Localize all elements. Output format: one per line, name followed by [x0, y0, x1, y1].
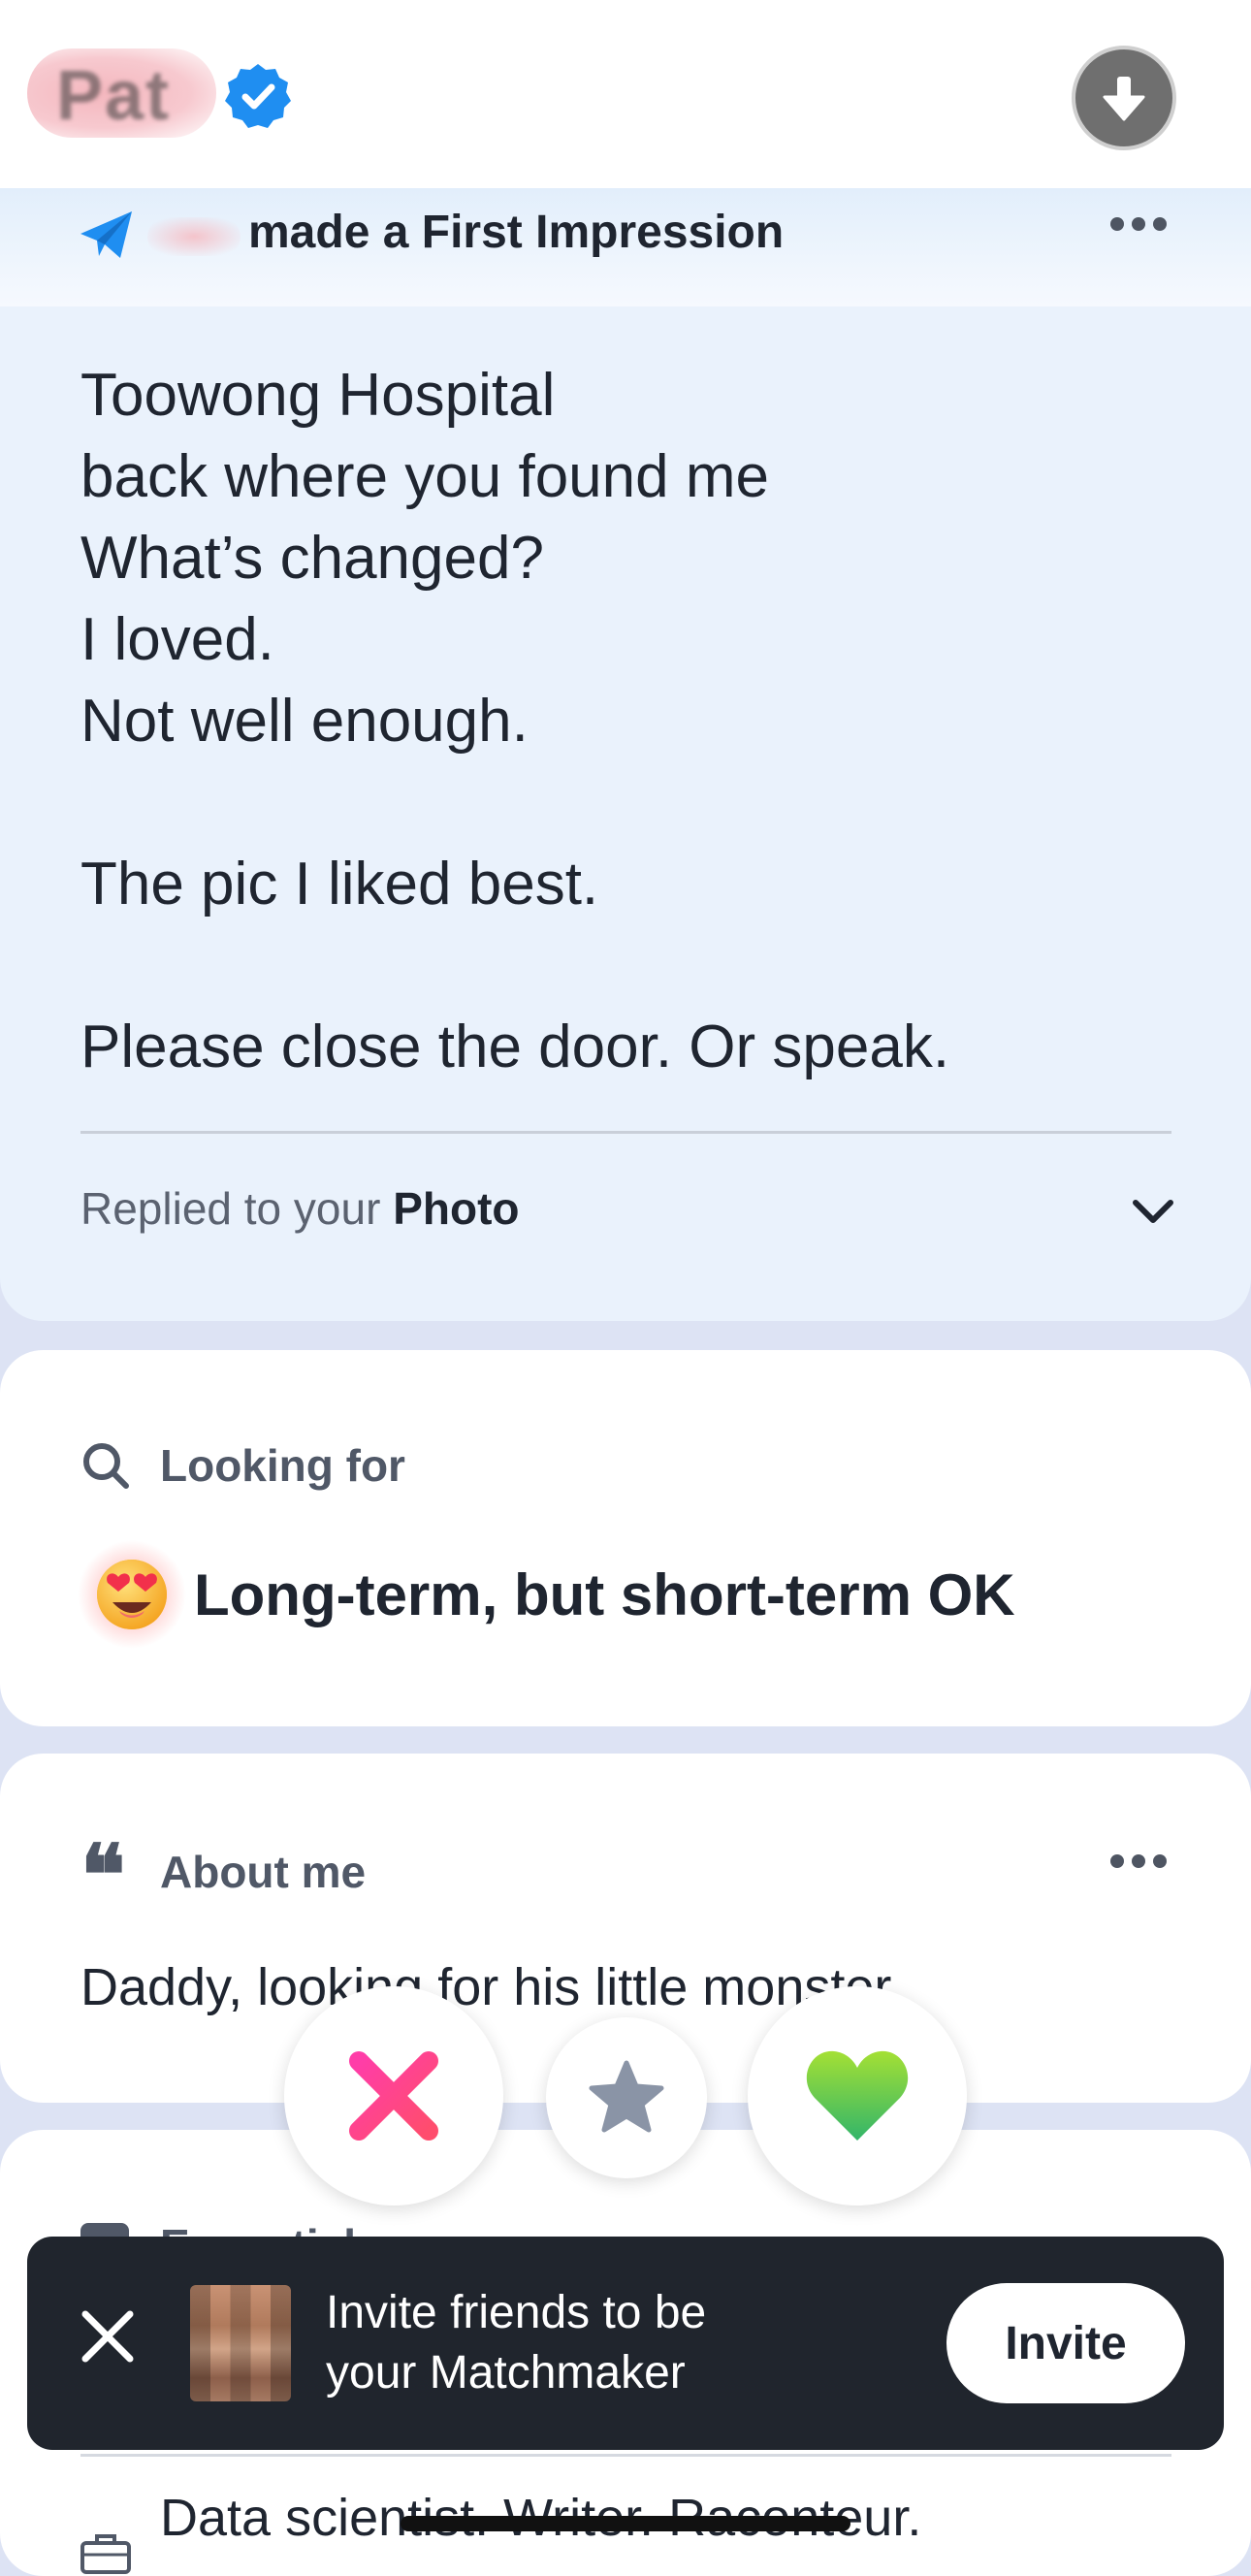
like-button[interactable] [748, 1986, 967, 2206]
invite-button[interactable]: Invite [946, 2283, 1185, 2403]
first-impression-card: made a First Impression Toowong Hospital… [0, 188, 1251, 1321]
heart-eyes-emoji-icon [97, 1560, 167, 1629]
avatar [190, 2285, 291, 2401]
chevron-down-icon[interactable] [1128, 1195, 1178, 1228]
first-impression-banner: made a First Impression [0, 188, 1251, 306]
divider [80, 1131, 1171, 1134]
home-indicator[interactable] [401, 2516, 850, 2531]
looking-for-card [0, 1350, 1251, 1726]
divider [80, 2454, 1171, 2457]
nope-button[interactable] [284, 1986, 503, 2206]
super-like-button[interactable] [546, 2017, 707, 2178]
download-button[interactable] [1072, 46, 1176, 150]
profile-name: Pat [56, 57, 172, 135]
replied-prefix: Replied to your [80, 1183, 394, 1234]
verified-badge-icon [225, 64, 291, 128]
looking-for-value: Long-term, but short-term OK [194, 1562, 1015, 1627]
invite-text: Invite friends to be your Matchmaker [326, 2287, 707, 2399]
invite-matchmaker-banner: Invite friends to be your Matchmaker Inv… [27, 2237, 1224, 2450]
quote-icon: ❝ [80, 1826, 126, 1924]
heart-icon [806, 2050, 909, 2141]
first-impression-message: Toowong Hospital back where you found me… [80, 362, 950, 1080]
more-options-icon[interactable] [1110, 217, 1167, 231]
star-icon [589, 2060, 664, 2133]
close-icon[interactable] [76, 2304, 140, 2368]
first-impression-title: made a First Impression [248, 207, 785, 258]
replied-target: Photo [393, 1183, 520, 1234]
looking-for-label: Looking for [160, 1440, 405, 1491]
arrow-down-icon [1103, 77, 1145, 121]
about-me-label: About me [160, 1847, 367, 1897]
replied-to-label: Replied to your Photo [80, 1182, 519, 1235]
paper-plane-icon [80, 211, 132, 258]
briefcase-icon [80, 2534, 131, 2574]
sender-name-blurred [147, 217, 241, 256]
profile-header: Pat [0, 0, 1251, 188]
about-me-text: Daddy, looking for his little monster. [80, 1958, 904, 2016]
search-icon [83, 1443, 129, 1489]
x-icon [349, 2051, 438, 2141]
more-options-icon[interactable] [1110, 1854, 1167, 1868]
